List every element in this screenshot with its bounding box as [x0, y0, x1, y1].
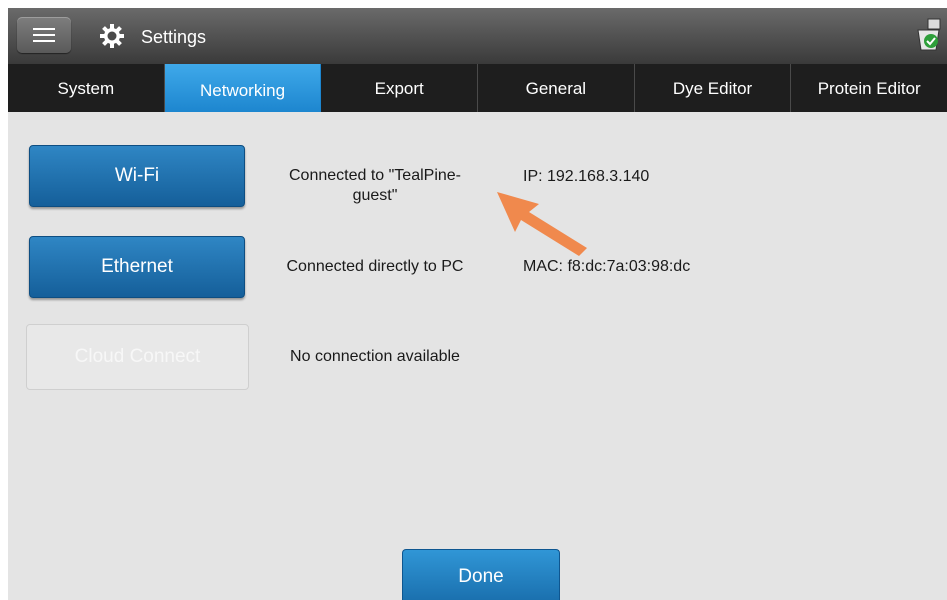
wifi-status-line: Connected to "TealPine- [288, 167, 461, 184]
wifi-status-line: guest" [352, 187, 398, 204]
gear-icon [100, 24, 124, 48]
ethernet-mac-address: MAC: f8:dc:7a:03:98:dc [523, 258, 691, 275]
tab-general[interactable]: General [478, 64, 635, 112]
cloud-connect-status: No connection available [290, 348, 460, 365]
annotation-arrow-icon [497, 192, 587, 256]
wifi-status: Connected to "TealPine- guest" [270, 166, 480, 206]
ethernet-status: Connected directly to PC [286, 258, 464, 275]
page-title: Settings [141, 27, 207, 47]
settings-screen: Settings System Networking Export Genera… [8, 8, 947, 600]
hamburger-menu-icon [33, 28, 55, 42]
wifi-button[interactable]: Wi-Fi [29, 145, 245, 207]
clipboard-check-icon[interactable] [915, 18, 943, 52]
tab-protein-editor[interactable]: Protein Editor [791, 64, 947, 112]
menu-button[interactable] [17, 17, 71, 53]
tab-system[interactable]: System [8, 64, 165, 112]
settings-tab-bar: System Networking Export General Dye Edi… [8, 64, 947, 112]
wifi-ip-address: IP: 192.168.3.140 [523, 168, 650, 185]
cloud-connect-button[interactable]: Cloud Connect [26, 324, 249, 390]
tab-networking[interactable]: Networking [164, 64, 322, 112]
tab-export[interactable]: Export [321, 64, 479, 112]
ethernet-button[interactable]: Ethernet [29, 236, 245, 298]
tab-dye-editor[interactable]: Dye Editor [635, 64, 792, 112]
title-bar: Settings [8, 8, 947, 64]
done-button[interactable]: Done [402, 549, 560, 600]
